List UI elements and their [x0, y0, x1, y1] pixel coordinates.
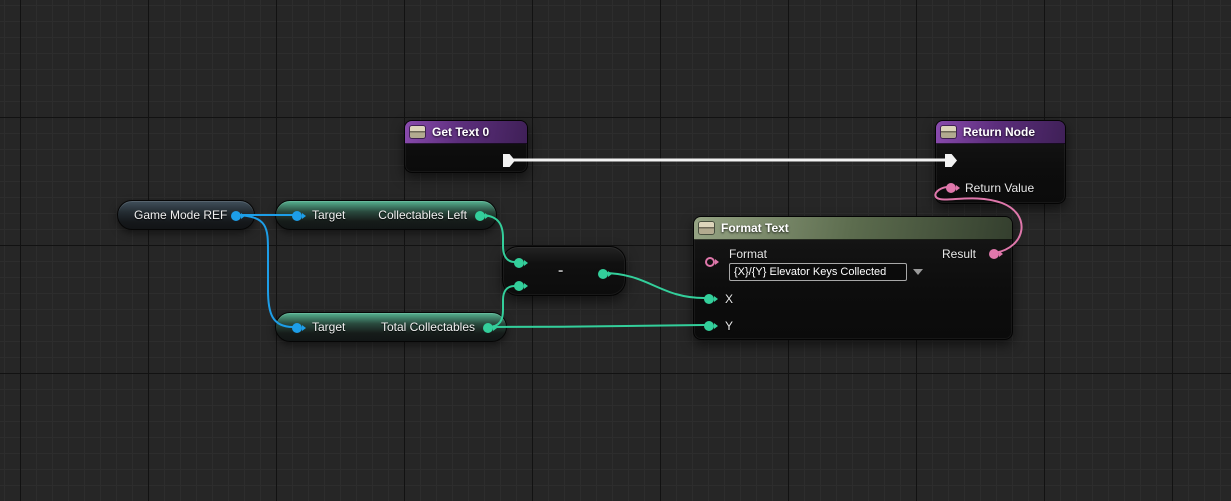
function-icon [410, 126, 425, 138]
variable-label: Total Collectables [380, 320, 475, 334]
y-label: Y [725, 319, 734, 333]
node-collectables-left[interactable]: Target Collectables Left [275, 200, 497, 230]
blueprint-canvas[interactable]: Get Text 0 Return Node Return Value Game… [0, 0, 1231, 501]
target-label: Target [312, 208, 346, 222]
format-label: Format [729, 247, 768, 261]
target-input-pin[interactable] [292, 211, 306, 221]
chevron-down-icon[interactable] [913, 269, 923, 275]
exec-output-pin[interactable] [503, 154, 515, 167]
exec-input-pin[interactable] [945, 154, 957, 167]
target-input-pin[interactable] [292, 323, 306, 333]
node-get-text-0[interactable]: Get Text 0 [404, 120, 528, 173]
y-input-pin[interactable] [704, 321, 718, 331]
format-text-field[interactable] [729, 263, 907, 281]
x-input-pin[interactable] [704, 294, 718, 304]
return-value-pin[interactable] [946, 183, 960, 193]
format-input-pin[interactable] [705, 257, 719, 267]
node-header: Format Text [694, 217, 1012, 240]
result-label: Result [941, 247, 976, 261]
function-icon [941, 126, 956, 138]
wire-gamemode-to-totalcollectables-target [235, 214, 294, 328]
result-output-pin[interactable] [989, 249, 1003, 259]
node-subtract[interactable]: - [502, 246, 626, 296]
subtract-input-a-pin[interactable] [514, 258, 528, 268]
object-output-pin[interactable] [231, 211, 245, 221]
node-header: Get Text 0 [405, 121, 527, 144]
wire-totalcollectables-to-y [487, 324, 705, 328]
node-title: Return Node [963, 125, 1035, 139]
target-label: Target [312, 320, 346, 334]
node-title: Format Text [721, 221, 789, 235]
node-title: Get Text 0 [432, 125, 490, 139]
x-label: X [725, 292, 734, 306]
variable-label: Collectables Left [378, 208, 467, 222]
subtract-operator: - [558, 262, 564, 279]
int-output-pin[interactable] [475, 211, 489, 221]
subtract-output-pin[interactable] [598, 269, 612, 279]
function-icon [699, 222, 714, 234]
node-return[interactable]: Return Node Return Value [935, 120, 1066, 204]
int-output-pin[interactable] [483, 323, 497, 333]
node-game-mode-ref[interactable]: Game Mode REF [117, 200, 255, 230]
node-header: Return Node [936, 121, 1065, 144]
node-total-collectables[interactable]: Target Total Collectables [275, 312, 507, 342]
variable-label: Game Mode REF [134, 208, 228, 222]
return-value-label: Return Value [965, 181, 1035, 195]
node-format-text[interactable]: Format Text Format X Y Result [693, 216, 1013, 340]
subtract-input-b-pin[interactable] [514, 281, 528, 291]
